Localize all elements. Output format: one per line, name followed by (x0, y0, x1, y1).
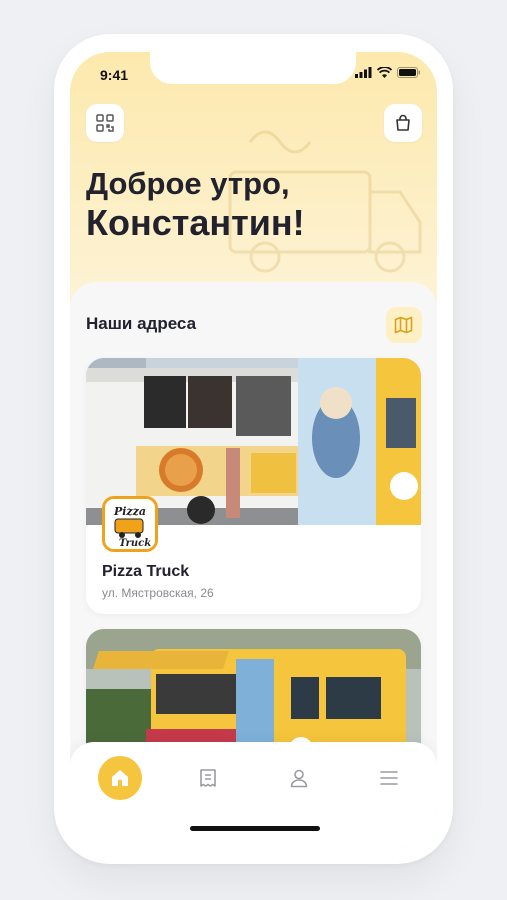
tab-home[interactable] (98, 756, 142, 800)
location-address: ул. Мястровская, 26 (102, 586, 214, 600)
home-indicator (190, 826, 320, 831)
qr-code-icon (96, 114, 114, 132)
status-icons (355, 67, 421, 78)
svg-text:Pizza: Pizza (113, 505, 146, 518)
tab-profile[interactable] (277, 756, 321, 800)
brand-logo: Pizza Truck (102, 496, 158, 552)
menu-icon (380, 771, 398, 785)
home-icon (112, 770, 128, 786)
tab-menu[interactable] (367, 756, 411, 800)
shopping-bag-icon (396, 114, 410, 131)
section-title: Наши адреса (86, 314, 197, 333)
status-time: 9:41 (100, 67, 129, 83)
pizza-truck-logo: Pizza Truck (105, 499, 155, 549)
svg-text:Truck: Truck (119, 538, 151, 549)
battery-icon (397, 67, 420, 78)
greeting: Доброе утро, Константин! (86, 164, 416, 242)
signal-icon (355, 67, 372, 78)
receipt-icon (200, 769, 216, 787)
map-button[interactable] (386, 307, 422, 343)
greeting-line-2: Константин! (86, 202, 305, 243)
app-screen: 9:41 Доброе утро, Константин! Наши адрес… (70, 52, 437, 848)
greeting-line-1: Доброе утро, (86, 166, 290, 201)
location-name: Pizza Truck (102, 563, 190, 580)
profile-icon (290, 769, 308, 788)
qr-scan-button[interactable] (86, 104, 124, 142)
tab-bar (70, 742, 437, 848)
cart-button[interactable] (384, 104, 422, 142)
location-card[interactable]: Pizza Truck Pizza Truck ул. Мястровская,… (86, 358, 421, 614)
notch (150, 52, 356, 84)
wifi-icon (377, 67, 392, 78)
map-icon (394, 316, 413, 334)
tab-orders[interactable] (186, 756, 230, 800)
